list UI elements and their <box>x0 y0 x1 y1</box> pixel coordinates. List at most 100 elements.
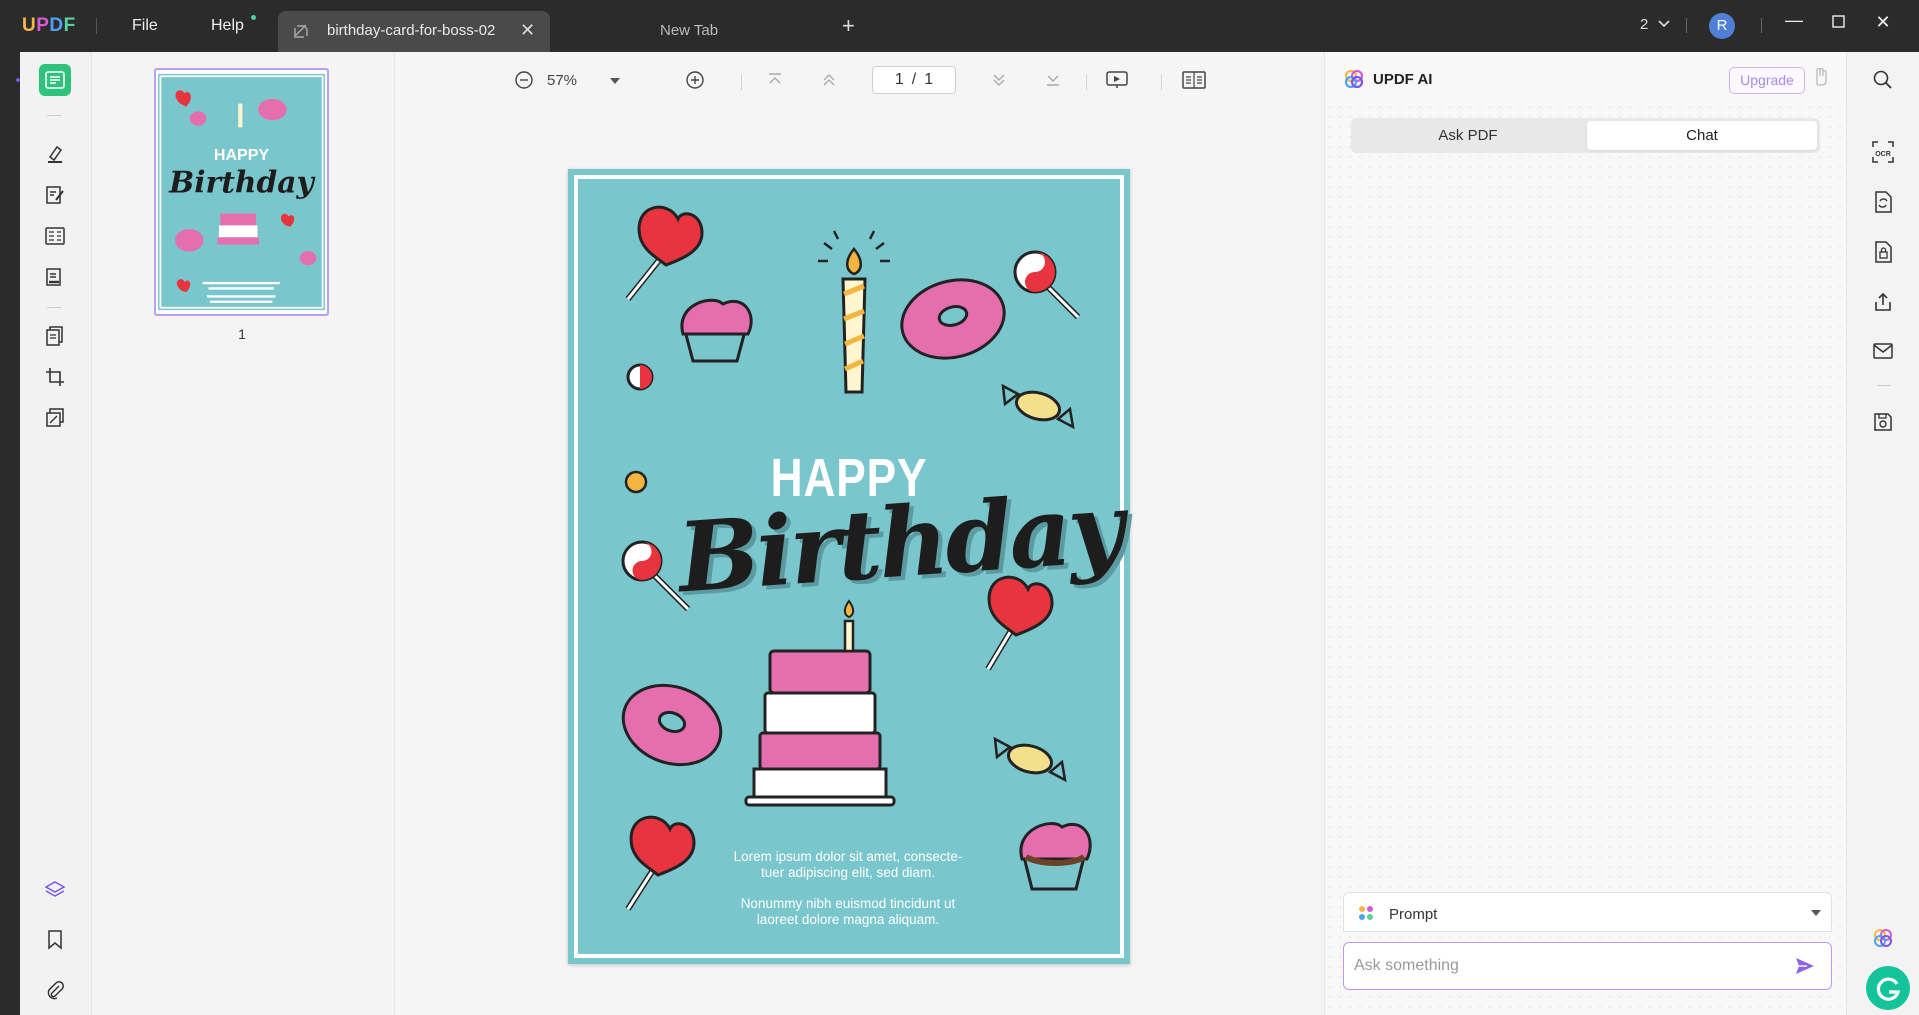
updf-logo[interactable]: UPDF <box>22 15 76 37</box>
protect-tool-button[interactable] <box>39 402 71 434</box>
tab-title: birthday-card-for-boss-02 <box>327 22 496 39</box>
search-button[interactable] <box>1869 66 1897 94</box>
paperclip-icon <box>47 981 64 1000</box>
divider <box>1761 18 1762 33</box>
attachment-button[interactable] <box>39 974 71 1006</box>
chevron-up-double-icon <box>823 74 835 86</box>
current-page: 1 <box>894 71 904 88</box>
reader-icon <box>45 71 65 89</box>
bookmark-icon <box>48 930 62 950</box>
indicator-dot <box>16 78 20 82</box>
divider <box>1877 385 1891 386</box>
email-button[interactable] <box>1869 337 1897 365</box>
last-page-button[interactable] <box>1039 66 1067 94</box>
divider <box>47 115 61 116</box>
notification-dot <box>251 15 256 20</box>
maximize-icon[interactable] <box>1826 12 1850 33</box>
sign-icon <box>46 268 61 286</box>
ocr-icon: OCR <box>1872 141 1894 163</box>
page-layout-button[interactable] <box>1180 66 1208 94</box>
presentation-button[interactable] <box>1103 66 1131 94</box>
divider <box>47 307 61 308</box>
convert-icon <box>1875 191 1892 213</box>
two-page-view-icon <box>1182 71 1206 89</box>
previous-page-button[interactable] <box>815 66 843 94</box>
grammarly-button[interactable] <box>1866 966 1910 1010</box>
bookmark-button[interactable] <box>39 924 71 956</box>
card-line: Lorem ipsum dolor sit amet, consecte- <box>733 849 963 864</box>
tab-ask-pdf[interactable]: Ask PDF <box>1351 118 1585 153</box>
card-line: tuer adipiscing elit, sed diam. <box>760 865 936 880</box>
tab-document[interactable]: birthday-card-for-boss-02 ✕ <box>278 11 550 52</box>
updf-ai-logo-icon <box>1344 69 1364 89</box>
pages-icon <box>46 326 63 346</box>
ai-assistant-button[interactable] <box>1869 924 1897 952</box>
zoom-in-button[interactable] <box>681 66 709 94</box>
zoom-in-icon <box>686 71 704 89</box>
chevron-down-icon[interactable] <box>1658 20 1670 28</box>
card-paragraph-1: Lorem ipsum dolor sit amet, consecte- tu… <box>698 849 998 881</box>
ask-box <box>1343 942 1832 990</box>
edit-tool-button[interactable] <box>39 179 71 211</box>
card-paragraph-2: Nonummy nibh euismod tincidunt ut laoree… <box>698 896 998 928</box>
tab-chat[interactable]: Chat <box>1587 121 1817 150</box>
svg-text:HAPPY: HAPPY <box>214 146 270 164</box>
share-button[interactable] <box>1869 288 1897 316</box>
divider <box>741 74 742 90</box>
chevron-down-double-icon <box>993 74 1005 86</box>
page-number-input[interactable]: 1 / 1 <box>872 66 956 94</box>
page-tools-button[interactable] <box>39 320 71 352</box>
tab-new[interactable]: New Tab <box>660 22 718 39</box>
menu-file[interactable]: File <box>132 17 158 35</box>
organize-tool-button[interactable] <box>39 220 71 252</box>
hand-icon[interactable] <box>1813 67 1827 87</box>
ai-mode-switcher: Ask PDF Chat <box>1351 118 1820 153</box>
last-page-icon <box>1047 75 1059 86</box>
card-line: laoreet dolore magna aliquam. <box>756 912 940 927</box>
prompt-icon <box>1359 906 1373 920</box>
ask-input[interactable] <box>1354 954 1774 978</box>
thumbnail-panel: HAPPY Birthday 1 <box>92 52 395 1015</box>
save-button[interactable] <box>1869 408 1897 436</box>
grammarly-icon <box>1876 977 1901 1001</box>
protect-file-icon <box>1875 241 1892 263</box>
add-tab-icon[interactable]: + <box>842 15 855 37</box>
layers-button[interactable] <box>39 874 71 906</box>
zoom-level[interactable]: 57% <box>547 72 577 89</box>
crop-tool-button[interactable] <box>39 361 71 393</box>
close-tab-icon[interactable]: ✕ <box>520 20 535 41</box>
window-count[interactable]: 2 <box>1640 16 1648 33</box>
thumbnail-preview-image: HAPPY Birthday <box>158 73 325 311</box>
zoom-out-button[interactable] <box>510 66 538 94</box>
reader-mode-button[interactable] <box>39 64 71 96</box>
minimize-icon[interactable]: — <box>1782 10 1806 31</box>
divider <box>1686 18 1687 33</box>
ocr-button[interactable]: OCR <box>1869 138 1897 166</box>
prompt-selector[interactable]: Prompt <box>1343 892 1832 932</box>
upgrade-button[interactable]: Upgrade <box>1729 67 1805 94</box>
zoom-dropdown-icon[interactable] <box>610 78 620 85</box>
mail-icon <box>1873 343 1893 359</box>
document-viewer: 57% 1 / 1 HAPPY Birthday Lorem ipsum dol… <box>395 52 1324 1015</box>
divider <box>1161 74 1162 90</box>
close-window-icon[interactable]: ✕ <box>1871 12 1895 33</box>
page-thumbnail[interactable]: HAPPY Birthday <box>154 68 329 316</box>
page-separator: / <box>911 71 917 88</box>
first-page-icon <box>769 73 781 84</box>
send-icon[interactable] <box>1794 956 1816 976</box>
pdf-page[interactable]: HAPPY Birthday Lorem ipsum dolor sit ame… <box>568 169 1130 964</box>
menu-help[interactable]: Help <box>211 17 244 35</box>
left-tool-rail <box>16 52 92 1015</box>
first-page-button[interactable] <box>761 66 789 94</box>
protect-button[interactable] <box>1869 238 1897 266</box>
comment-tool-button[interactable] <box>39 138 71 170</box>
chevron-down-icon <box>1811 910 1821 916</box>
avatar[interactable]: R <box>1709 13 1735 39</box>
fill-sign-button[interactable] <box>39 261 71 293</box>
next-page-button[interactable] <box>985 66 1013 94</box>
total-pages: 1 <box>924 71 934 88</box>
svg-text:Birthday: Birthday <box>168 166 315 201</box>
convert-button[interactable] <box>1869 188 1897 216</box>
watermark-icon <box>46 408 64 427</box>
search-icon <box>1873 70 1892 89</box>
